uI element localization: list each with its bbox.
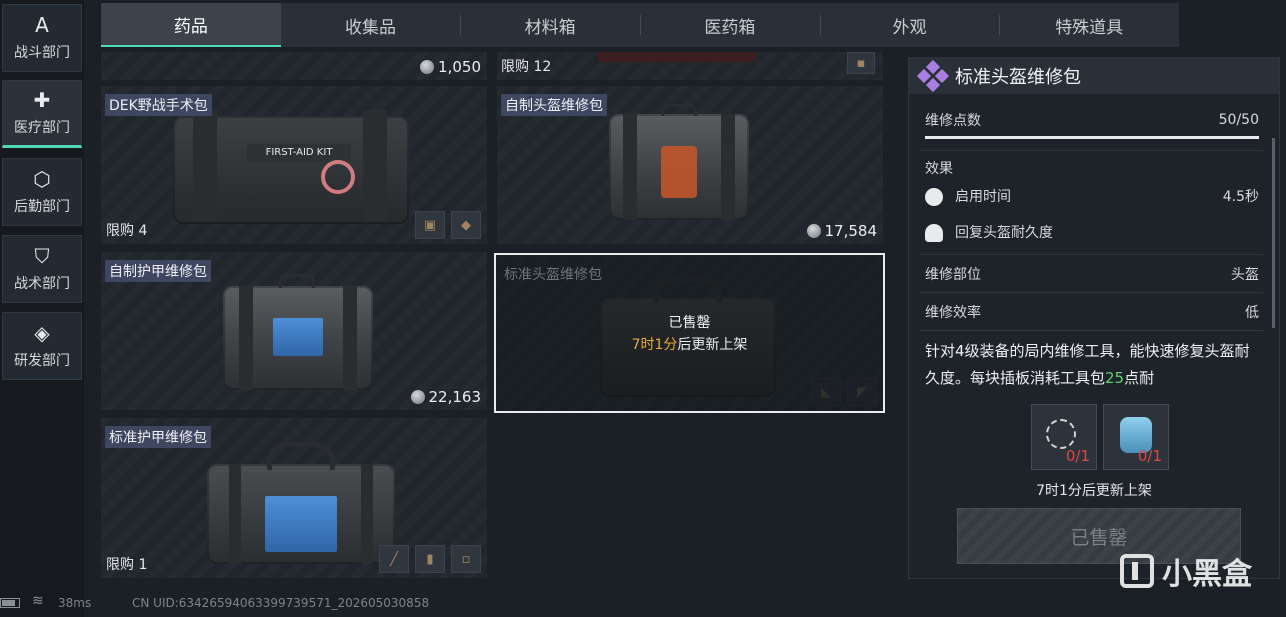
bottle-icon: ▮ [415, 545, 445, 573]
sidebar-item-combat[interactable]: A 战斗部门 [2, 4, 82, 72]
repair-points-bar [925, 136, 1259, 139]
tab-special-items[interactable]: 特殊道具 [999, 3, 1179, 47]
repair-efficiency-row: 维修效率 低 [925, 302, 1259, 322]
coin-icon [806, 224, 821, 238]
sidebar-item-label: 战术部门 [14, 276, 70, 292]
watermark: 小黑盒 [1120, 549, 1252, 593]
item-price: 1,050 [420, 58, 481, 76]
helmet-icon [925, 224, 943, 242]
effects-heading: 效果 [925, 161, 953, 177]
item-name: DEK野战手术包 [105, 94, 212, 116]
activate-time-value: 4.5秒 [1222, 189, 1259, 205]
tab-medical-box[interactable]: 医药箱 [640, 3, 820, 47]
item-card-partial-right[interactable]: 限购 12 ▪ [497, 52, 883, 80]
item-image [609, 104, 749, 222]
item-card-diy-helmet-repair[interactable]: 自制头盔维修包 17,584 [497, 86, 883, 244]
item-price: 22,163 [410, 388, 481, 406]
sidebar-item-label: 后勤部门 [14, 199, 70, 215]
detail-scrollbar[interactable] [1272, 138, 1275, 328]
user-uid: CN UID:63426594063399739571_202605030858 [132, 596, 430, 610]
category-tabs: 药品 收集品 材料箱 医药箱 外观 特殊道具 [101, 3, 1179, 47]
repair-part-row: 维修部位 头盔 [925, 264, 1259, 284]
item-card-partial-left[interactable]: 1,050 [101, 52, 487, 80]
tab-appearance[interactable]: 外观 [819, 3, 1000, 47]
sidebar-item-medical[interactable]: ✚ 医疗部门 [2, 80, 82, 148]
rarity-diamond-icon [916, 59, 950, 93]
sidebar-item-tactical[interactable]: ⛉ 战术部门 [2, 235, 82, 303]
wifi-icon: ≋ [32, 593, 44, 609]
clock-icon [925, 188, 943, 206]
item-name: 自制护甲维修包 [105, 260, 211, 282]
ping-readout: 38ms [58, 596, 92, 610]
sidebar-item-label: 医疗部门 [14, 120, 70, 136]
medical-cross-icon: ✚ [33, 88, 51, 112]
pouch-icon: ◆ [451, 211, 481, 239]
tactical-shield-icon: ⛉ [34, 244, 50, 268]
heybox-logo-icon [1120, 554, 1154, 588]
research-icon: ◈ [34, 321, 50, 345]
purchase-limit: 限购 4 [106, 223, 148, 239]
item-card-diy-armor-repair[interactable]: 自制护甲维修包 22,163 [101, 252, 487, 410]
sold-out-label: 已售罄 [668, 315, 711, 331]
purchase-limit: 限购 12 [501, 59, 552, 75]
item-tag-icon: ▪ [847, 52, 875, 74]
required-item-branch[interactable]: 0/1 [1031, 404, 1097, 470]
restock-timer: 7时1分后更新上架 [631, 337, 748, 353]
item-tags: ╱ ▮ ▫ [379, 545, 481, 573]
sidebar-item-label: 研发部门 [14, 353, 70, 369]
required-item-canister[interactable]: 0/1 [1103, 404, 1169, 470]
sidebar-item-research[interactable]: ◈ 研发部门 [2, 312, 82, 380]
item-image [207, 440, 395, 566]
restock-notice: 7时1分后更新上架 [1036, 483, 1152, 499]
tab-medicine[interactable]: 药品 [101, 3, 281, 47]
sidebar-item-logistics[interactable]: ⬡ 后勤部门 [2, 158, 82, 226]
detail-header: 标准头盔维修包 [909, 58, 1279, 94]
activate-time-row: 启用时间 4.5秒 [925, 186, 1259, 206]
repair-points-row: 维修点数 50/50 [925, 112, 1259, 129]
tab-collectibles[interactable]: 收集品 [281, 3, 461, 47]
item-name: 标准头盔维修包 [504, 267, 602, 283]
department-sidebar: A 战斗部门 ✚ 医疗部门 ⬡ 后勤部门 ⛉ 战术部门 ◈ 研发部门 [0, 0, 84, 617]
item-image [597, 52, 757, 62]
repair-points-value: 50/50 [1218, 112, 1259, 128]
item-name: 自制头盔维修包 [501, 94, 607, 116]
item-detail-panel: 标准头盔维修包 维修点数 50/50 效果 启用时间 4.5秒 回复头盔耐久度 … [908, 57, 1280, 579]
detail-title: 标准头盔维修包 [955, 67, 1081, 88]
item-name: 标准护甲维修包 [105, 426, 211, 448]
sidebar-item-label: 战斗部门 [14, 45, 70, 61]
item-tags: ▣ ◆ [415, 211, 481, 239]
item-description: 针对4级装备的局内维修工具，能快速修复头盔耐久度。每块插板消耗工具包25点耐 [925, 342, 1250, 387]
ammo-box-icon: ▣ [415, 211, 445, 239]
purchase-limit: 限购 1 [106, 557, 148, 573]
repair-efficiency-value: 低 [1245, 305, 1259, 321]
battery-icon [0, 598, 20, 608]
item-price: 17,584 [806, 222, 877, 240]
status-footer: ≋ 38ms CN UID:63426594063399739571_20260… [0, 589, 900, 617]
item-card-standard-armor-repair[interactable]: 标准护甲维修包 限购 1 ╱ ▮ ▫ [101, 418, 487, 578]
tab-material-box[interactable]: 材料箱 [460, 3, 640, 47]
item-card-standard-helmet-repair[interactable]: 标准头盔维修包 已售罄 7时1分后更新上架 ◣ ◤ [494, 253, 885, 413]
branch-icon [1046, 419, 1076, 449]
item-image [223, 274, 373, 390]
box-icon: ▫ [451, 545, 481, 573]
item-image: FIRST-AID KIT [173, 110, 409, 228]
coin-icon [410, 390, 425, 404]
restore-helmet-row: 回复头盔耐久度 [925, 222, 1259, 242]
logistics-icon: ⬡ [33, 167, 51, 191]
combat-icon: A [35, 13, 49, 37]
knife-icon: ╱ [379, 545, 409, 573]
repair-part-value: 头盔 [1231, 267, 1259, 283]
coin-icon [420, 60, 435, 74]
item-card-dek-surgery-kit[interactable]: DEK野战手术包 FIRST-AID KIT 限购 4 ▣ ◆ [101, 86, 487, 244]
